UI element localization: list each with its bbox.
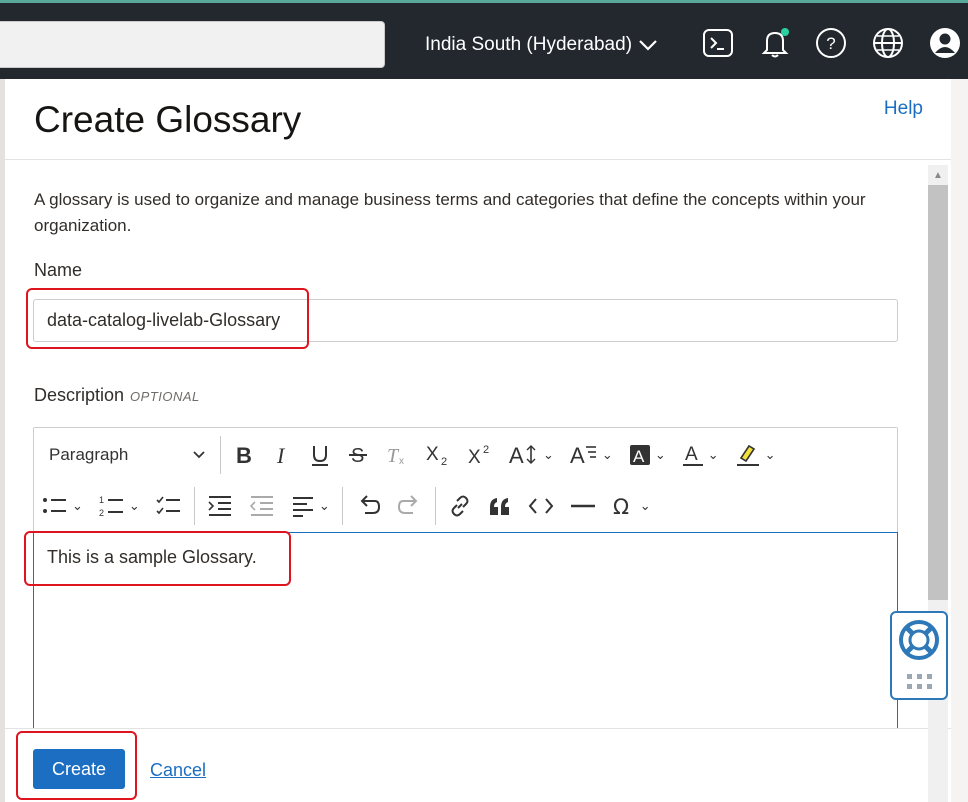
svg-text:1: 1 <box>99 495 104 505</box>
description-content[interactable]: This is a sample Glossary. <box>33 532 898 748</box>
scrollbar-thumb[interactable] <box>928 185 948 600</box>
italic-icon[interactable]: I <box>265 437 299 473</box>
highlight-icon[interactable]: ⌄ <box>729 437 782 473</box>
horizontal-line-icon[interactable] <box>564 488 602 524</box>
description-label-row: Description OPTIONAL <box>34 385 200 406</box>
toolbar-separator <box>193 487 195 525</box>
svg-text:A: A <box>633 447 645 466</box>
svg-text:A: A <box>570 443 585 467</box>
svg-text:2: 2 <box>441 456 447 467</box>
font-background-color-icon[interactable]: A ⌄ <box>623 437 672 473</box>
indent-icon[interactable] <box>201 488 239 524</box>
name-label: Name <box>34 260 83 280</box>
superscript-icon[interactable]: X2 <box>461 437 499 473</box>
undo-icon[interactable] <box>349 488 387 524</box>
strikethrough-icon[interactable]: S <box>341 437 375 473</box>
numbered-list-icon[interactable]: 1 2 ⌄ <box>93 488 146 524</box>
description-editor: Paragraph B I S Tx X2 X2 A ⌄ A ⌄ A ⌄ A ⌄ ⌄ ⌄… <box>33 427 898 748</box>
scrollbar[interactable]: ▲ <box>928 165 948 802</box>
toolbar-row-1: Paragraph B I S Tx X2 X2 A ⌄ A ⌄ A ⌄ A ⌄ ⌄ <box>34 430 784 480</box>
profile-icon[interactable] <box>928 26 962 60</box>
font-size-icon[interactable]: A ⌄ <box>503 437 560 473</box>
alignment-icon[interactable]: ⌄ <box>285 488 336 524</box>
svg-text:Ω: Ω <box>613 495 629 518</box>
help-widget[interactable] <box>890 611 948 700</box>
help-link[interactable]: Help <box>884 98 923 120</box>
name-field[interactable] <box>33 299 898 342</box>
create-glossary-panel: Create Glossary Help A glossary is used … <box>5 79 951 802</box>
intro-text: A glossary is used to organize and manag… <box>34 190 866 235</box>
toolbar-separator <box>341 487 343 525</box>
description-label: Description <box>34 385 125 405</box>
svg-text:A: A <box>685 444 698 465</box>
help-circle-icon[interactable]: ? <box>814 26 848 60</box>
panel-footer: Create Cancel <box>5 728 951 802</box>
globe-icon[interactable] <box>871 26 905 60</box>
svg-text:x: x <box>399 456 404 466</box>
font-family-icon[interactable]: A ⌄ <box>564 437 619 473</box>
svg-text:A: A <box>509 443 524 467</box>
code-icon[interactable] <box>522 488 560 524</box>
svg-text:I: I <box>276 444 286 466</box>
paragraph-select-label: Paragraph <box>49 445 129 464</box>
optional-tag: OPTIONAL <box>130 389 200 404</box>
scroll-up-arrow-icon[interactable]: ▲ <box>928 165 948 185</box>
redo-icon[interactable] <box>391 488 429 524</box>
editor-toolbar: Paragraph B I S Tx X2 X2 A ⌄ A ⌄ A ⌄ A ⌄ ⌄ ⌄… <box>34 428 897 532</box>
outdent-icon[interactable] <box>243 488 281 524</box>
terminal-icon[interactable] <box>701 26 735 60</box>
top-navigation-bar: India South (Hyderabad) ? <box>0 0 968 79</box>
special-characters-icon[interactable]: Ω ⌄ <box>606 488 657 524</box>
svg-text:2: 2 <box>99 508 104 518</box>
bold-icon[interactable]: B <box>227 437 261 473</box>
todo-list-icon[interactable] <box>150 488 188 524</box>
toolbar-separator <box>220 436 221 474</box>
search-input[interactable] <box>0 21 385 68</box>
cancel-link[interactable]: Cancel <box>150 760 206 781</box>
lifebuoy-icon <box>899 620 939 689</box>
create-button[interactable]: Create <box>33 749 125 789</box>
svg-text:?: ? <box>826 34 835 53</box>
toolbar-row-2: ⌄ 1 2 ⌄ ⌄ Ω ⌄ <box>34 481 659 531</box>
toolbar-separator <box>434 487 436 525</box>
bell-icon[interactable] <box>758 26 792 60</box>
underline-icon[interactable] <box>303 437 337 473</box>
page-title: Create Glossary <box>34 99 302 140</box>
svg-text:B: B <box>236 444 252 466</box>
svg-text:X: X <box>468 447 481 467</box>
svg-text:X: X <box>426 444 439 465</box>
chevron-down-icon <box>639 40 657 51</box>
font-color-icon[interactable]: A ⌄ <box>676 437 725 473</box>
panel-header: Create Glossary Help <box>5 79 951 160</box>
paragraph-select[interactable]: Paragraph <box>36 437 214 473</box>
svg-text:2: 2 <box>483 444 489 456</box>
chevron-down-icon <box>193 451 205 459</box>
bulleted-list-icon[interactable]: ⌄ <box>36 488 89 524</box>
subscript-icon[interactable]: X2 <box>419 437 457 473</box>
link-icon[interactable] <box>442 488 478 524</box>
blockquote-icon[interactable] <box>482 488 518 524</box>
region-selector[interactable]: India South (Hyderabad) <box>425 32 658 58</box>
region-label: India South (Hyderabad) <box>425 34 633 55</box>
remove-format-icon[interactable]: Tx <box>379 437 415 473</box>
